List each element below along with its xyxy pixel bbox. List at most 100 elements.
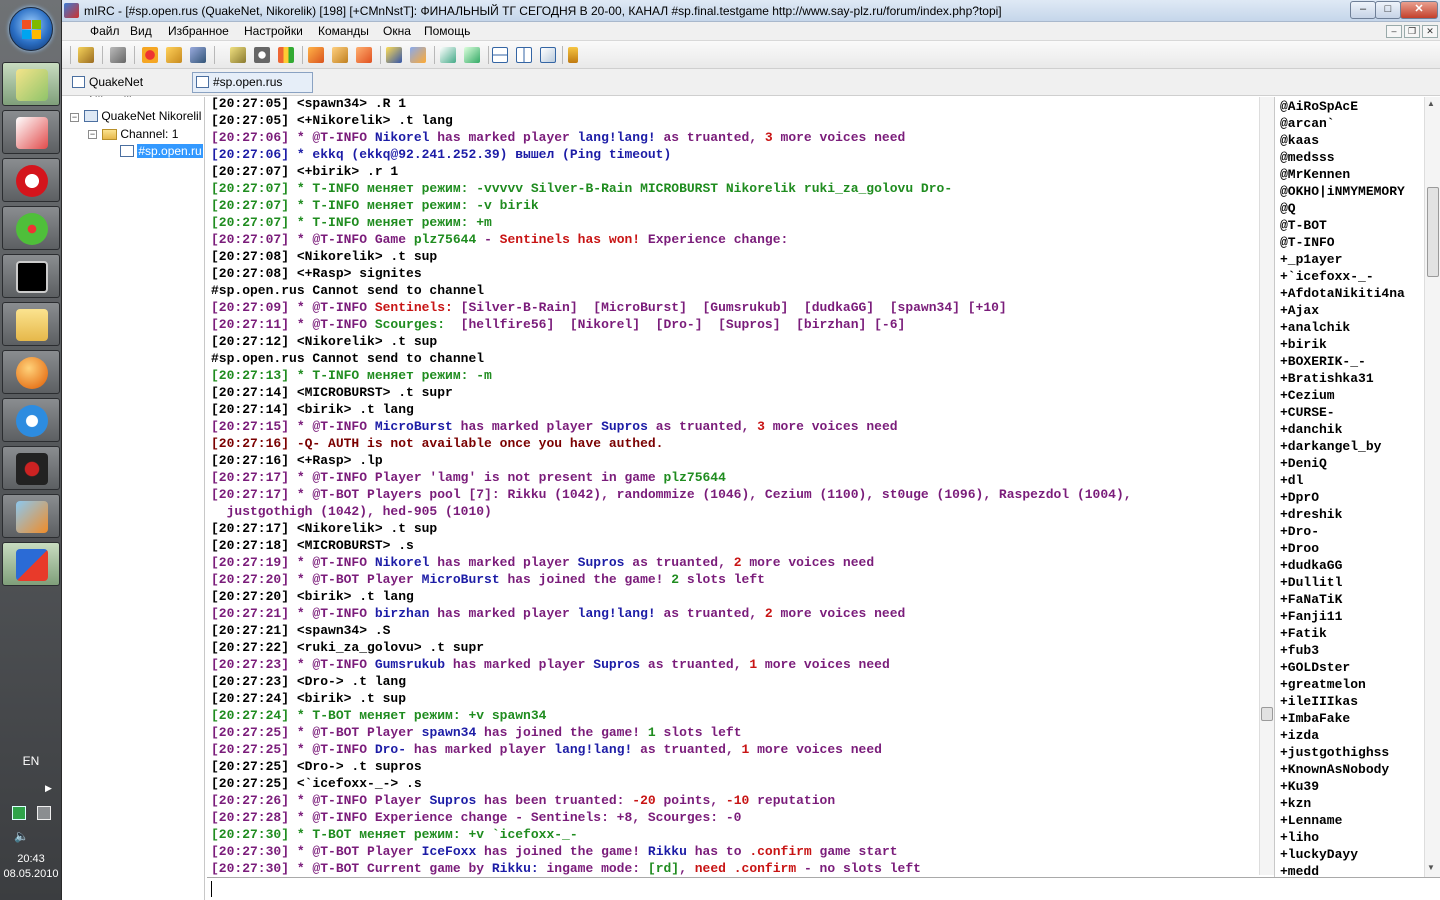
nick-item[interactable]: +kzn [1280, 795, 1311, 812]
tree-collapse-root[interactable]: − [70, 113, 79, 122]
nick-item[interactable]: +CURSE- [1280, 404, 1335, 421]
taskbar-mirc-button[interactable] [2, 542, 60, 586]
nick-item[interactable]: +KnownAsNobody [1280, 761, 1389, 778]
chat-scrollbar-thumb[interactable] [1261, 707, 1273, 721]
nick-item[interactable]: +dl [1280, 472, 1303, 489]
nick-item[interactable]: @kaas [1280, 132, 1319, 149]
start-button[interactable] [9, 7, 53, 51]
notify-icon[interactable] [410, 47, 426, 63]
tree-collapse-folder[interactable]: − [88, 130, 97, 139]
menu-item-1[interactable]: Вид [130, 24, 152, 38]
taskbar-messenger-button[interactable] [2, 398, 60, 442]
nick-item[interactable]: +BOXERIK-_- [1280, 353, 1366, 370]
tree-network-node[interactable]: QuakeNet Nikorelil [84, 109, 201, 123]
chat-scrollbar[interactable] [1259, 97, 1274, 875]
nick-item[interactable]: @MrKennen [1280, 166, 1350, 183]
menu-item-6[interactable]: Помощь [424, 24, 470, 38]
tile-horizontal-icon[interactable] [492, 47, 508, 63]
volume-icon[interactable]: 🔈 [14, 829, 29, 843]
mdi-restore-button[interactable]: ❐ [1404, 25, 1420, 38]
colors-icon[interactable] [278, 47, 294, 63]
tray-expand-icon[interactable]: ▶ [45, 783, 52, 794]
taskbar-game-button[interactable] [2, 446, 60, 490]
nick-item[interactable]: +Lenname [1280, 812, 1342, 829]
nick-item[interactable]: +liho [1280, 829, 1319, 846]
nick-item[interactable]: +birik [1280, 336, 1327, 353]
nick-item[interactable]: +fub3 [1280, 642, 1319, 659]
dcc-send-icon[interactable] [308, 47, 324, 63]
scroll-up-arrow-icon[interactable]: ▲ [1427, 99, 1435, 108]
menu-item-0[interactable]: Файл [90, 24, 120, 38]
tree-folder-node[interactable]: Channel: 1 [102, 127, 178, 141]
scroll-down-arrow-icon[interactable]: ▼ [1427, 863, 1435, 872]
nick-item[interactable]: +Dullitl [1280, 574, 1342, 591]
url-list-icon[interactable] [440, 47, 456, 63]
nick-item[interactable]: @Q [1280, 200, 1296, 217]
disconnect-icon[interactable] [110, 47, 126, 63]
options-icon[interactable] [190, 47, 206, 63]
clock[interactable]: 20:43 08.05.2010 [0, 852, 62, 882]
nick-item[interactable]: +danchik [1280, 421, 1342, 438]
nicklist-scrollbar-thumb[interactable] [1427, 187, 1439, 277]
taskbar-files-button[interactable] [2, 110, 60, 154]
nick-item[interactable]: +darkangel_by [1280, 438, 1381, 455]
nick-item[interactable]: +_p1ayer [1280, 251, 1342, 268]
close-button[interactable]: ✕ [1400, 1, 1438, 19]
mdi-minimize-button[interactable]: – [1386, 25, 1402, 38]
nick-item[interactable]: +Ajax [1280, 302, 1319, 319]
minimize-button[interactable]: – [1350, 1, 1376, 19]
message-input[interactable] [207, 877, 1440, 900]
mirc-app-icon[interactable] [64, 3, 79, 18]
nick-item[interactable]: @OKHO|iNMYMEMORY [1280, 183, 1405, 200]
tile-vertical-icon[interactable] [516, 47, 532, 63]
taskbar-icq-button[interactable] [2, 206, 60, 250]
nick-item[interactable]: @T-INFO [1280, 234, 1335, 251]
nick-item[interactable]: +ImbaFake [1280, 710, 1350, 727]
nick-item[interactable]: +Ku39 [1280, 778, 1319, 795]
switch-channel-tab[interactable]: #sp.open.rus [192, 72, 313, 93]
taskbar-folders-button[interactable] [2, 302, 60, 346]
nick-item[interactable]: +Fatik [1280, 625, 1327, 642]
nicklist-scrollbar[interactable]: ▲ ▼ [1424, 97, 1440, 877]
maximize-button[interactable]: □ [1375, 1, 1401, 19]
dcc-chat-icon[interactable] [332, 47, 348, 63]
nick-item[interactable]: +DeniQ [1280, 455, 1327, 472]
nick-item[interactable]: +analchik [1280, 319, 1350, 336]
favorites-icon[interactable] [142, 47, 158, 63]
address-book-icon[interactable] [230, 47, 246, 63]
taskbar-opera-button[interactable] [2, 158, 60, 202]
taskbar-video-button[interactable] [2, 494, 60, 538]
menu-item-3[interactable]: Настройки [244, 24, 303, 38]
nick-item[interactable]: +Dro- [1280, 523, 1319, 540]
nick-item[interactable]: +Cezium [1280, 387, 1335, 404]
nick-item[interactable]: @medsss [1280, 149, 1335, 166]
tree-channel-node[interactable]: #sp.open.ru [120, 144, 203, 158]
nick-item[interactable]: +dudkaGG [1280, 557, 1342, 574]
menu-item-4[interactable]: Команды [318, 24, 369, 38]
tray-network-icon[interactable] [12, 806, 26, 820]
taskbar-media-button[interactable] [2, 350, 60, 394]
nick-item[interactable]: +luckyDayy [1280, 846, 1358, 863]
tray-monitor-icon[interactable] [37, 806, 51, 820]
nick-item[interactable]: +AfdotaNikiti4na [1280, 285, 1405, 302]
nick-item[interactable]: +Bratishka31 [1280, 370, 1374, 387]
taskbar-cmd-button[interactable] [2, 254, 60, 298]
nick-item[interactable]: +DprO [1280, 489, 1319, 506]
mdi-close-button[interactable]: ✕ [1422, 25, 1438, 38]
nick-item[interactable]: +greatmelon [1280, 676, 1366, 693]
nick-item[interactable]: +GOLDster [1280, 659, 1350, 676]
nick-item[interactable]: @AiRoSpAcE [1280, 98, 1358, 115]
nick-item[interactable]: +Fanji11 [1280, 608, 1342, 625]
switch-network-tab[interactable]: QuakeNet Nikorelik [68, 72, 188, 108]
nick-list[interactable]: @AiRoSpAcE @arcan` @kaas @medsss @MrKennen @O… [1274, 97, 1424, 877]
title-bar[interactable]: mIRC - [#sp.open.rus (QuakeNet, Nikoreli… [62, 0, 1440, 22]
nick-item[interactable]: +justgothighss [1280, 744, 1389, 761]
connect-icon[interactable] [78, 47, 94, 63]
nick-item[interactable]: +`icefoxx-_- [1280, 268, 1374, 285]
chat-area[interactable]: [20:27:05] <spawn34> .R 1 [20:27:05] <+Ni… [207, 97, 1259, 875]
received-files-icon[interactable] [464, 47, 480, 63]
help-icon[interactable] [568, 47, 578, 63]
taskbar-explorer-button[interactable] [2, 62, 60, 106]
nick-item[interactable]: @arcan` [1280, 115, 1335, 132]
menu-item-2[interactable]: Избранное [168, 24, 229, 38]
